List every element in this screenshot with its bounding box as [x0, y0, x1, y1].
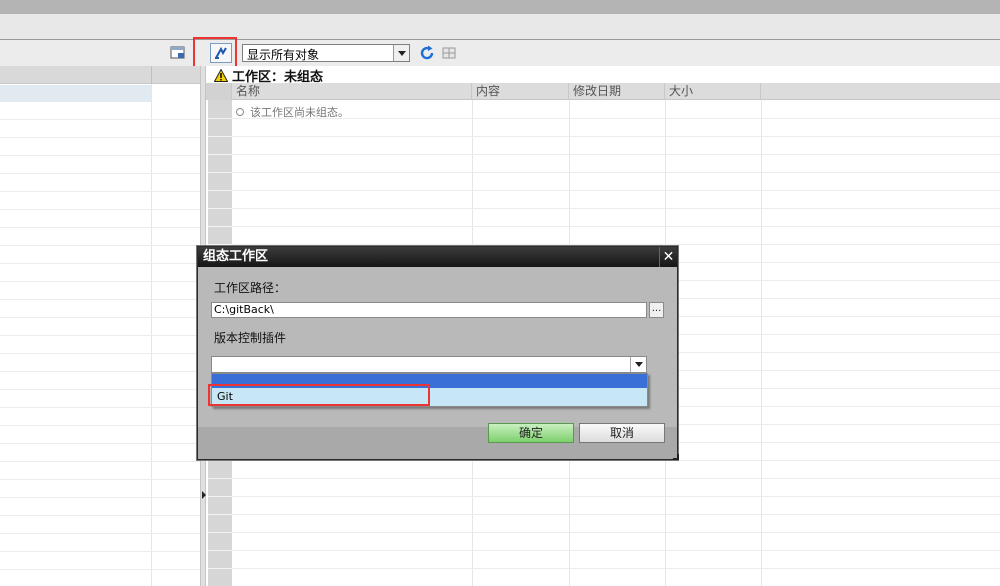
refresh-icon[interactable] [419, 45, 435, 61]
window-layout-icon[interactable] [441, 45, 457, 61]
close-icon[interactable]: ✕ [659, 247, 677, 267]
version-control-plugin-label: 版本控制插件 [214, 331, 287, 345]
toolbar [0, 40, 1000, 66]
highlight-box-git-option [208, 384, 430, 406]
info-circle-icon [236, 108, 244, 116]
empty-workspace-message: 该工作区尚未组态。 [236, 104, 349, 120]
panel-view-icon[interactable] [170, 45, 186, 61]
column-header-content[interactable]: 内容 [472, 83, 569, 100]
column-header-modified[interactable]: 修改日期 [569, 83, 665, 100]
resize-grip-icon[interactable] [673, 454, 679, 460]
ok-button[interactable]: 确定 [488, 423, 574, 443]
workspace-title: 工作区：未组态 [214, 67, 324, 85]
empty-workspace-text: 该工作区尚未组态。 [250, 106, 349, 119]
left-selected-row[interactable] [0, 85, 151, 102]
configure-workspace-dialog: 组态工作区 ✕ 工作区路径： C:\gitBack\ ... 版本控制插件 Gi… [197, 246, 678, 460]
left-panel [0, 66, 200, 586]
configure-icon [215, 46, 227, 59]
version-control-plugin-select[interactable] [211, 356, 647, 373]
workspace-title-text: 工作区：未组态 [232, 69, 324, 85]
browse-button[interactable]: ... [649, 302, 664, 318]
left-panel-header [0, 66, 200, 84]
dialog-title: 组态工作区 [198, 247, 677, 267]
column-header-size[interactable]: 大小 [665, 83, 761, 100]
object-filter-select[interactable]: 显示所有对象 [242, 44, 410, 62]
menu-bar-area [0, 14, 1000, 40]
workspace-path-label: 工作区路径： [214, 281, 287, 295]
grid-header: 名称 内容 修改日期 大小 [206, 83, 1000, 100]
gutter-header [206, 83, 232, 100]
cancel-button[interactable]: 取消 [579, 423, 665, 443]
window-top-strip [0, 0, 1000, 14]
object-filter-value: 显示所有对象 [247, 48, 320, 62]
chevron-down-icon[interactable] [630, 357, 646, 372]
column-header-name[interactable]: 名称 [232, 83, 472, 100]
chevron-down-icon[interactable] [393, 45, 409, 61]
configure-workspace-button[interactable] [210, 43, 232, 63]
workspace-path-input[interactable]: C:\gitBack\ [211, 302, 647, 318]
warning-icon [214, 68, 228, 82]
